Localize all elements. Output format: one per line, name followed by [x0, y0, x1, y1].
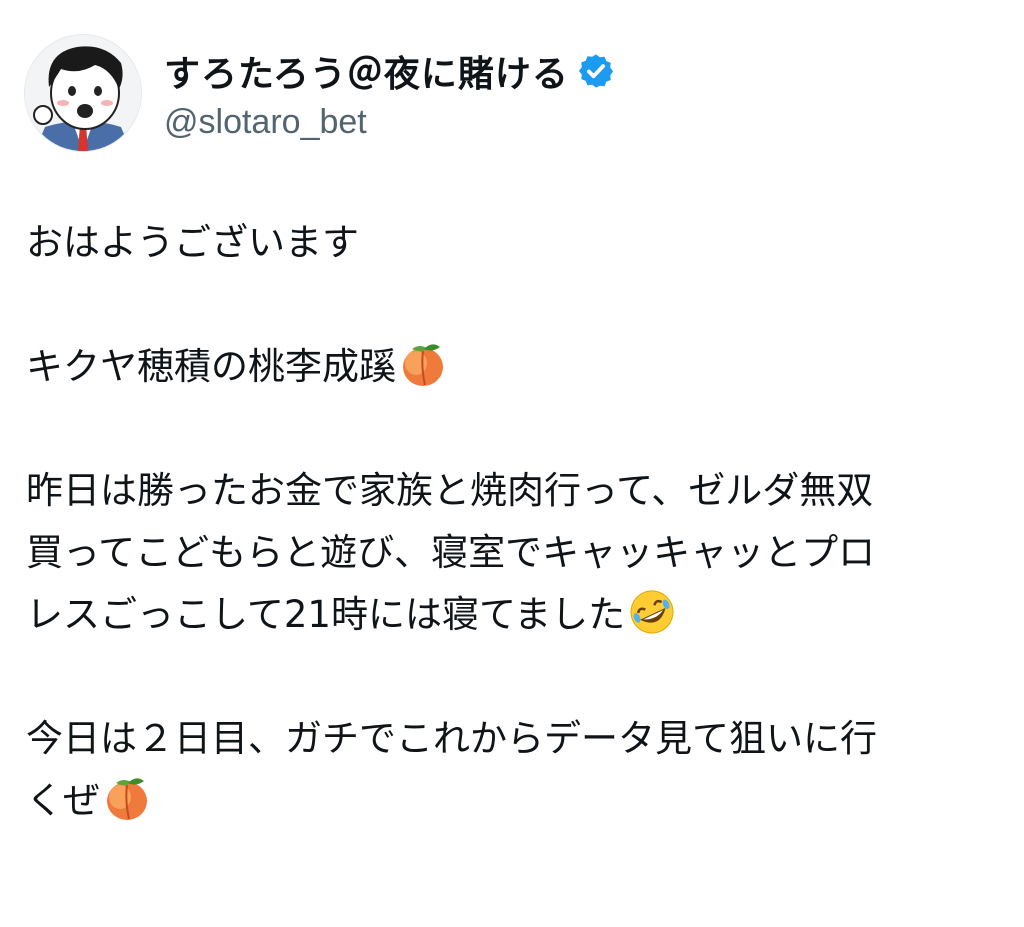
- tweet-header: すろたろう＠夜に賭ける @slotaro_bet: [24, 34, 615, 152]
- verified-badge-icon: [577, 52, 615, 90]
- tweet-line-text: くぜ: [26, 779, 100, 822]
- tweet-line: 買ってこどもらと遊び、寝室でキャッキャッとプロ: [26, 531, 876, 574]
- author-names: すろたろう＠夜に賭ける @slotaro_bet: [164, 45, 615, 142]
- tweet-line: おはようございます: [26, 221, 359, 264]
- tweet-line-text: レスごっこして21時には寝てました: [26, 593, 626, 636]
- tweet-line: 昨日は勝ったお金で家族と焼肉行って、ゼルダ無双: [26, 469, 874, 512]
- tweet-line: くぜ: [26, 770, 1006, 832]
- tweet-line: キクヤ穂積の桃李成蹊: [26, 336, 1006, 398]
- tweet-body: おはようございます キクヤ穂積の桃李成蹊 昨日は勝ったお金で家族と焼肉行って、ゼ…: [26, 212, 1006, 832]
- tweet-line: レスごっこして21時には寝てました: [26, 584, 1006, 646]
- peach-emoji-icon: [398, 339, 448, 389]
- cartoon-avatar-icon[interactable]: [24, 34, 142, 152]
- tweet-line-text: キクヤ穂積の桃李成蹊: [26, 345, 396, 388]
- display-name-row: すろたろう＠夜に賭ける: [164, 45, 615, 97]
- user-handle[interactable]: @slotaro_bet: [164, 103, 615, 142]
- display-name[interactable]: すろたろう＠夜に賭ける: [164, 45, 569, 97]
- tweet-line: 今日は２日目、ガチでこれからデータ見て狙いに行: [26, 717, 877, 760]
- peach-emoji-icon: [102, 773, 152, 823]
- tweet-card: すろたろう＠夜に賭ける @slotaro_bet おはようございます キクヤ穂積…: [0, 0, 1024, 927]
- rofl-emoji-icon: [627, 587, 677, 637]
